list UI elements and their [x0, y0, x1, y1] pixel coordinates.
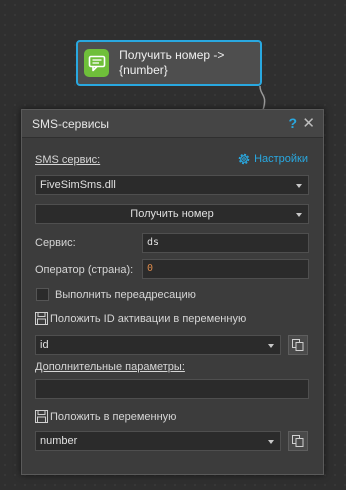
action-node[interactable]: Получить номер -> {number}: [76, 40, 262, 86]
close-button[interactable]: ✕: [302, 114, 315, 132]
copy-icon: [292, 435, 304, 447]
action-value: Получить номер: [130, 208, 214, 220]
save-icon: [35, 410, 48, 423]
settings-link[interactable]: Настройки: [237, 152, 308, 166]
activation-var-select[interactable]: id: [35, 335, 281, 355]
sms-service-select[interactable]: FiveSimSms.dll: [35, 175, 309, 195]
service-input[interactable]: ds: [142, 233, 309, 253]
copy-variable-button[interactable]: [288, 335, 308, 355]
dialog-title: SMS-сервисы: [32, 116, 110, 131]
action-select[interactable]: Получить номер: [35, 204, 309, 224]
chevron-down-icon: [296, 184, 302, 188]
dialog-header[interactable]: SMS-сервисы ? ✕: [22, 110, 323, 138]
save-icon: [35, 312, 48, 325]
chevron-down-icon: [296, 213, 302, 217]
result-var-select[interactable]: number: [35, 431, 281, 451]
chevron-down-icon: [268, 440, 274, 444]
redirect-checkbox[interactable]: [36, 288, 49, 301]
service-label: Сервис:: [35, 237, 76, 249]
node-title: Получить номер -> {number}: [119, 48, 225, 77]
copy-icon: [292, 339, 304, 351]
redirect-label: Выполнить переадресацию: [55, 289, 196, 301]
activation-var-value: id: [40, 339, 49, 351]
sms-service-label: SMS сервис:: [35, 154, 101, 166]
help-button[interactable]: ?: [288, 115, 297, 131]
extra-params-input[interactable]: [35, 379, 309, 399]
operator-label: Оператор (страна):: [35, 264, 134, 276]
activation-var-label: Положить ID активации в переменную: [50, 313, 247, 325]
chevron-down-icon: [268, 344, 274, 348]
operator-input[interactable]: 0: [142, 259, 309, 279]
settings-label: Настройки: [254, 153, 308, 165]
result-var-value: number: [40, 435, 78, 447]
sms-services-dialog: SMS-сервисы ? ✕ SMS сервис: Настройки Fi…: [21, 109, 324, 475]
extra-params-label: Дополнительные параметры:: [35, 361, 185, 373]
sms-service-value: FiveSimSms.dll: [40, 179, 116, 191]
result-var-label: Положить в переменную: [50, 411, 177, 423]
gear-icon: [238, 153, 250, 165]
chat-bubble-icon: [84, 49, 110, 77]
copy-variable-button[interactable]: [288, 431, 308, 451]
